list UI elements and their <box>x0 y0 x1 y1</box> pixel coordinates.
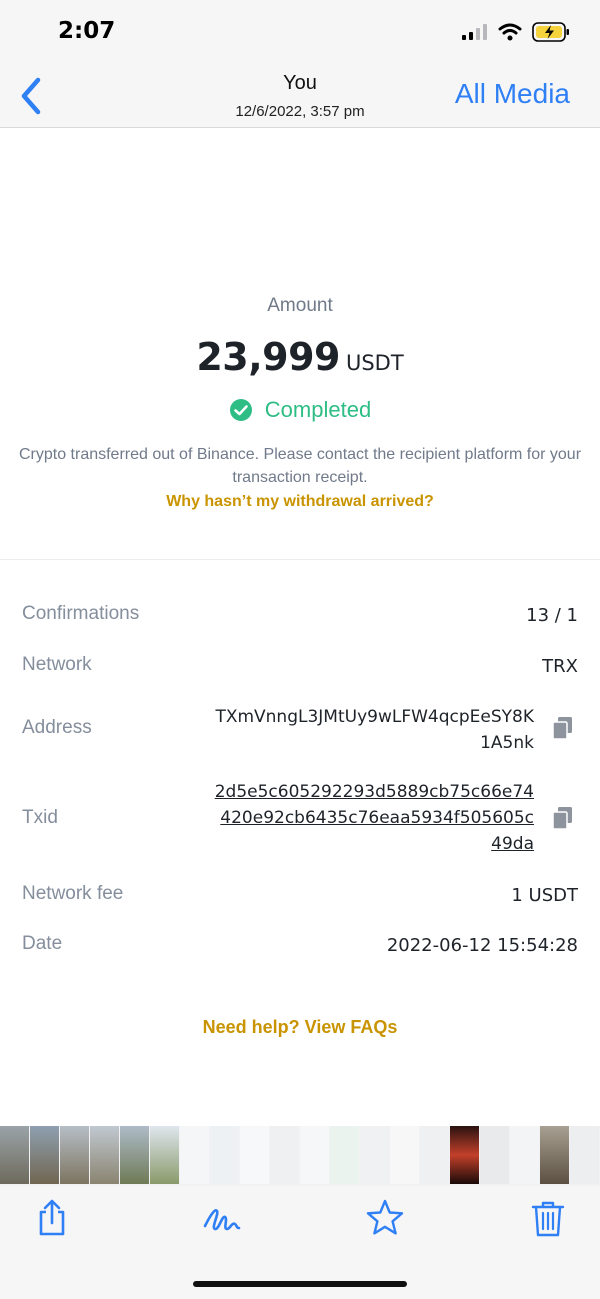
battery-icon <box>532 22 569 42</box>
network-fee-label: Network fee <box>22 883 124 904</box>
amount-unit: USDT <box>345 351 404 375</box>
bottom-toolbar <box>0 1186 600 1299</box>
status-completed: Completed <box>264 397 372 422</box>
thumbnail[interactable] <box>150 1126 179 1184</box>
network-value: TRX <box>542 656 578 677</box>
nav-bar: You 12/6/2022, 3:57 pm All Media <box>0 64 600 128</box>
txid-value[interactable]: 2d5e5c605292293d5889cb75c66e74420e92cb64… <box>214 779 534 857</box>
copy-address-icon[interactable] <box>552 716 574 740</box>
thumbnail[interactable] <box>240 1126 269 1184</box>
thumbnail[interactable] <box>180 1126 209 1184</box>
star-icon[interactable] <box>365 1198 405 1238</box>
copy-txid-icon[interactable] <box>552 806 574 830</box>
status-bar: 2:07 <box>0 0 600 64</box>
thumbnail[interactable] <box>270 1126 299 1184</box>
network-label: Network <box>22 654 92 675</box>
wifi-icon <box>498 23 522 41</box>
thumbnail[interactable] <box>390 1126 419 1184</box>
amount-label: Amount <box>267 295 333 316</box>
withdrawal-help-link[interactable]: Why hasn’t my withdrawal arrived? <box>0 493 600 511</box>
home-indicator <box>193 1281 407 1287</box>
thumbnail[interactable] <box>210 1126 239 1184</box>
amount-value: 23,999 <box>196 335 340 379</box>
share-icon[interactable] <box>32 1198 72 1238</box>
all-media-button[interactable]: All Media <box>455 78 570 110</box>
transfer-notice: Crypto transferred out of Binance. Pleas… <box>18 446 582 486</box>
thumbnail[interactable] <box>90 1126 119 1184</box>
thumbnail[interactable] <box>450 1126 479 1184</box>
network-fee-value: 1 USDT <box>511 885 578 906</box>
confirmations-label: Confirmations <box>22 603 140 624</box>
date-label: Date <box>22 933 63 954</box>
address-value: TXmVnngL3JMtUy9wLFW4qcpEeSY8K1A5nk <box>215 707 534 753</box>
confirmations-value: 13 / 1 <box>526 605 578 626</box>
thumbnail[interactable] <box>570 1126 599 1184</box>
txid-label: Txid <box>22 807 58 828</box>
thumbnail-strip[interactable] <box>0 1126 600 1186</box>
thumbnail[interactable] <box>120 1126 149 1184</box>
thumbnail[interactable] <box>300 1126 329 1184</box>
date-value: 2022-06-12 15:54:28 <box>386 935 578 956</box>
thumbnail[interactable] <box>510 1126 539 1184</box>
signal-icon <box>462 24 487 40</box>
status-row: Completed <box>0 397 600 423</box>
divider <box>0 559 600 560</box>
thumbnail[interactable] <box>30 1126 59 1184</box>
check-circle-icon <box>229 399 252 421</box>
status-icons <box>462 22 570 42</box>
thumbnail[interactable] <box>330 1126 359 1184</box>
thumbnail[interactable] <box>0 1126 29 1184</box>
thumbnail[interactable] <box>420 1126 449 1184</box>
thumbnail[interactable] <box>480 1126 509 1184</box>
trash-icon[interactable] <box>528 1198 568 1238</box>
transaction-detail: Amount 23,999 USDT Completed Crypto trans… <box>0 129 600 1125</box>
thumbnail[interactable] <box>360 1126 389 1184</box>
thumbnail[interactable] <box>60 1126 89 1184</box>
amount-row: 23,999 USDT <box>0 335 600 379</box>
view-faqs-link[interactable]: Need help? View FAQs <box>0 1017 600 1038</box>
status-time: 2:07 <box>58 18 116 44</box>
thumbnail[interactable] <box>540 1126 569 1184</box>
markup-icon[interactable] <box>202 1198 242 1238</box>
address-label: Address <box>22 717 92 738</box>
